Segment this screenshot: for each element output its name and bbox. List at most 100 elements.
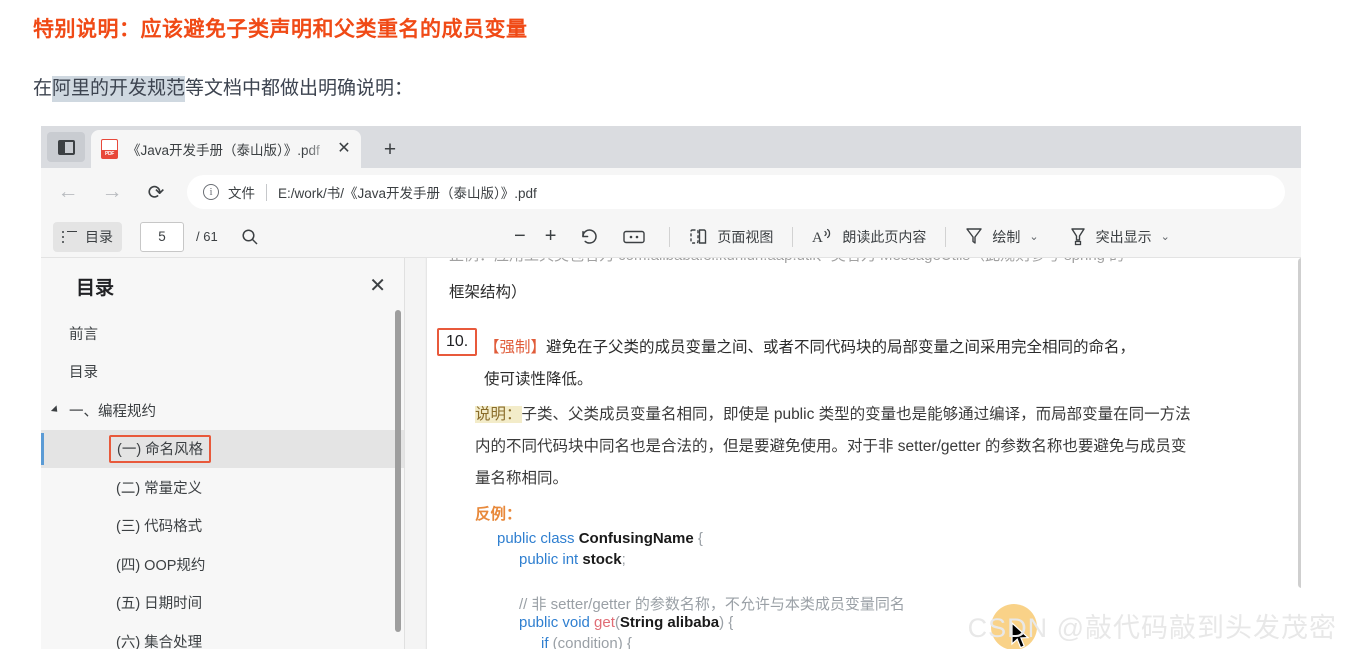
list-icon <box>62 230 77 243</box>
annotation-number-box: 10. <box>437 328 478 356</box>
toc-list: 前言目录一、编程规约 (一) 命名风格 (二) 常量定义 (三) 代码格式 (四) OO… <box>41 314 404 649</box>
chevron-down-icon[interactable]: ⌄ <box>1029 230 1038 243</box>
page-number-input[interactable]: 5 <box>140 221 184 252</box>
code-token: ConfusingName <box>578 530 698 547</box>
toolbar-divider-3 <box>945 226 947 247</box>
chevron-down-icon-2[interactable]: ⌄ <box>1161 230 1170 243</box>
highlight-button[interactable]: 突出显示 ⌄ <box>1062 222 1177 252</box>
toc-item-label: (五) 日期时间 <box>116 596 203 613</box>
browser-window: 《Java开发手册（泰山版）》.pdf ✕ + ← → ⟳ i 文件 E:/wo… <box>41 126 1301 649</box>
toc-item-label: 前言 <box>69 326 98 343</box>
toc-item-label: (四) OOP规约 <box>116 557 206 574</box>
pdf-item-line-2: 使可读性降低。 <box>484 371 593 388</box>
explain-text-1: 子类、父类成员变量名相同，即使是 public 类型的变量也是能够通过编译，而局… <box>521 406 1191 423</box>
code-token: { <box>697 530 703 547</box>
reload-icon[interactable]: ⟳ <box>139 175 173 209</box>
browser-tab[interactable]: 《Java开发手册（泰山版）》.pdf ✕ <box>91 130 361 168</box>
pdf-page: 正例：应用工具类包名为 com.alibaba.ei.kunlun.aap.ut… <box>427 258 1301 649</box>
pdf-item-line-1: 【强制】避免在子父类的成员变量之间、或者不同代码块的局部变量之间采用完全相同的命… <box>484 335 1135 357</box>
draw-pen-icon <box>965 227 983 246</box>
toc-item-8[interactable]: (六) 集合处理 <box>41 622 404 649</box>
pdf-page-area[interactable]: 正例：应用工具类包名为 com.alibaba.ei.kunlun.aap.ut… <box>405 258 1301 649</box>
toc-toggle-button[interactable]: 目录 <box>53 221 122 252</box>
toc-item-label: (二) 常量定义 <box>116 480 203 497</box>
code-token: ) { <box>719 614 734 631</box>
pdf-explain-line-3: 量名称相同。 <box>475 470 569 487</box>
close-icon[interactable]: ✕ <box>333 138 355 160</box>
toc-item-4[interactable]: (二) 常量定义 <box>41 468 404 507</box>
code-token: public class <box>497 530 579 547</box>
screenshot-root: 特别说明：应该避免子类声明和父类重名的成员变量 在阿里的开发规范等文档中都做出明… <box>0 0 1351 649</box>
toc-item-label: (一) 命名风格 <box>109 434 212 463</box>
zoom-in-button[interactable]: + <box>533 222 569 252</box>
pdf-file-icon <box>101 139 118 159</box>
page-scrollbar[interactable] <box>1298 258 1301 588</box>
navigation-bar: ← → ⟳ i 文件 E:/work/书/《Java开发手册（泰山版）》.pdf <box>41 168 1301 216</box>
page-title: 特别说明：应该避免子类声明和父类重名的成员变量 <box>33 18 528 41</box>
tab-title: 《Java开发手册（泰山版）》.pdf <box>127 143 320 158</box>
address-bar[interactable]: i 文件 E:/work/书/《Java开发手册（泰山版）》.pdf <box>187 175 1285 209</box>
toc-panel: 目录 ✕ 前言 目录 一、编程规约 (一) 命名风格 (二) 常量定义 (三) 代码格式(… <box>41 258 405 649</box>
toc-item-0[interactable]: 前言 <box>41 314 404 353</box>
address-divider <box>266 183 267 201</box>
toolbar-divider <box>669 226 671 247</box>
toc-item-5[interactable]: (三) 代码格式 <box>41 507 404 546</box>
toc-item-6[interactable]: (四) OOP规约 <box>41 545 404 584</box>
toc-heading: 目录 <box>76 277 115 299</box>
draw-label: 绘制 <box>992 228 1021 245</box>
toc-item-label: (六) 集合处理 <box>116 634 203 649</box>
page-view-button[interactable]: 页面视图 <box>682 222 780 252</box>
back-icon[interactable]: ← <box>51 175 85 209</box>
address-url: E:/work/书/《Java开发手册（泰山版）》.pdf <box>278 186 537 201</box>
code-token: stock <box>582 551 622 568</box>
expand-caret-icon[interactable] <box>50 405 61 415</box>
code-token: (condition) { <box>552 635 632 649</box>
pdf-toolbar: 目录 5 / 61 − + 页面视图 A 朗读此页内容 绘制 ⌄ 突出显示 ⌄ <box>41 216 1301 258</box>
page-subtitle: 在阿里的开发规范等文档中都做出明确说明： <box>33 73 414 102</box>
code-token: get <box>594 614 615 631</box>
code-line-1: public int stock; <box>519 551 626 568</box>
new-tab-button[interactable]: + <box>376 135 404 163</box>
tab-actions-button[interactable] <box>47 132 85 162</box>
code-token: // 非 setter/getter 的参数名称，不允许与本类成员变量同名 <box>519 596 905 613</box>
zoom-out-button[interactable]: − <box>507 222 533 252</box>
subtitle-suffix: 等文档中都做出明确说明： <box>185 78 414 99</box>
anti-example-label: 反例： <box>475 506 522 523</box>
fit-page-icon[interactable] <box>611 222 657 252</box>
highlight-label: 突出显示 <box>1095 228 1152 245</box>
forward-icon[interactable]: → <box>95 175 129 209</box>
toc-item-1[interactable]: 目录 <box>41 353 404 392</box>
rotate-icon[interactable] <box>568 222 611 252</box>
code-token: public void <box>519 614 595 631</box>
toc-item-7[interactable]: (五) 日期时间 <box>41 584 404 623</box>
search-icon[interactable] <box>234 222 266 252</box>
code-line-4: public void get(String alibaba) { <box>519 614 733 631</box>
subtitle-selected-text: 阿里的开发规范 <box>52 76 186 102</box>
code-token: String alibaba <box>619 614 720 631</box>
mandatory-tag: 【强制】 <box>484 339 547 356</box>
address-scheme-label: 文件 <box>228 186 255 201</box>
pdf-explain-line-1: 说明：子类、父类成员变量名相同，即使是 public 类型的变量也是能够通过编译… <box>475 402 1191 424</box>
page-view-icon <box>689 227 708 246</box>
info-icon[interactable]: i <box>203 184 219 200</box>
highlighter-icon <box>1069 227 1087 246</box>
code-line-5: if (condition) { <box>541 635 632 649</box>
toc-item-label: 一、编程规约 <box>69 403 156 420</box>
pdf-item-text-1: 避免在子父类的成员变量之间、或者不同代码块的局部变量之间采用完全相同的命名， <box>546 339 1136 356</box>
close-icon[interactable]: ✕ <box>369 276 386 296</box>
toc-item-2[interactable]: 一、编程规约 <box>41 391 404 430</box>
toc-item-label: (三) 代码格式 <box>116 519 203 536</box>
code-token: if <box>541 635 553 649</box>
split-pane-icon <box>57 139 75 155</box>
subtitle-prefix: 在 <box>33 78 53 99</box>
read-aloud-button[interactable]: A 朗读此页内容 <box>805 222 933 252</box>
pdf-toolbar-center: − + 页面视图 A 朗读此页内容 绘制 ⌄ 突出显示 ⌄ <box>507 222 1177 252</box>
toc-toggle-label: 目录 <box>85 228 113 245</box>
toc-scrollbar[interactable] <box>395 310 401 632</box>
pdf-clipped-line: 正例：应用工具类包名为 com.alibaba.ei.kunlun.aap.ut… <box>449 258 1289 265</box>
zoom-out-label: − <box>514 225 526 247</box>
page-view-label: 页面视图 <box>717 228 774 245</box>
toc-item-3[interactable]: (一) 命名风格 <box>41 429 404 468</box>
svg-text:A: A <box>812 230 823 246</box>
draw-button[interactable]: 绘制 ⌄ <box>958 222 1045 252</box>
